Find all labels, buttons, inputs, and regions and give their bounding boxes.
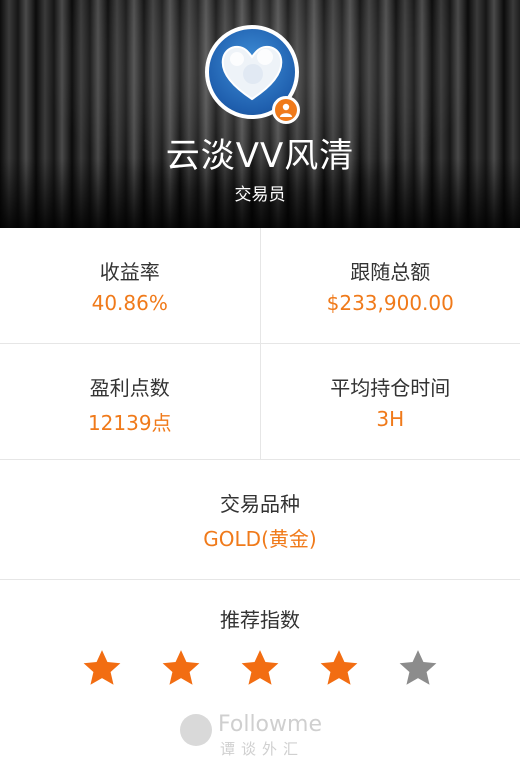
star-filled-icon <box>320 650 358 685</box>
star-rating <box>0 647 520 689</box>
star-filled-icon <box>162 650 200 685</box>
footer-brand: Followme <box>218 712 322 737</box>
stat-product: 交易品种 GOLD(黄金) <box>0 460 520 580</box>
stat-label: 盈利点数 <box>89 376 170 400</box>
footer-tagline: 谭谈外汇 <box>220 740 305 758</box>
stat-label: 收益率 <box>99 260 160 284</box>
stat-value: 3H <box>376 407 405 431</box>
trader-role: 交易员 <box>234 185 286 205</box>
star-filled-icon <box>83 650 121 685</box>
stat-avg-holding-time: 平均持仓时间 3H <box>259 344 520 459</box>
stat-value: 40.86% <box>91 291 168 315</box>
profile-header: 云淡VV风清 交易员 <box>0 0 520 228</box>
stats-row: 盈利点数 12139点 平均持仓时间 3H <box>0 344 520 460</box>
stat-label: 平均持仓时间 <box>330 376 451 400</box>
recommendation-rating: 推荐指数 <box>0 580 520 689</box>
stat-profit-points: 盈利点数 12139点 <box>0 344 260 459</box>
star-filled-icon <box>241 650 279 685</box>
stat-value: GOLD(黄金) <box>203 527 317 551</box>
stats-grid: 收益率 40.86% 跟随总额 $233,900.00 盈利点数 12139点 … <box>0 228 520 580</box>
stat-label: 跟随总额 <box>350 260 431 284</box>
stat-label: 交易品种 <box>220 492 300 516</box>
stat-follow-total: 跟随总额 $233,900.00 <box>259 228 520 343</box>
followme-logo-icon <box>180 714 212 746</box>
stats-row: 收益率 40.86% 跟随总额 $233,900.00 <box>0 228 520 344</box>
trader-badge-icon <box>272 96 300 124</box>
stat-return-rate: 收益率 40.86% <box>0 228 260 343</box>
stat-value: $233,900.00 <box>326 291 454 315</box>
star-empty-icon <box>399 650 437 685</box>
rating-label: 推荐指数 <box>220 608 300 632</box>
stat-value: 12139点 <box>87 411 172 435</box>
trader-name: 云淡VV风清 <box>165 136 355 176</box>
footer-logo: Followme 谭谈外汇 <box>180 710 340 760</box>
